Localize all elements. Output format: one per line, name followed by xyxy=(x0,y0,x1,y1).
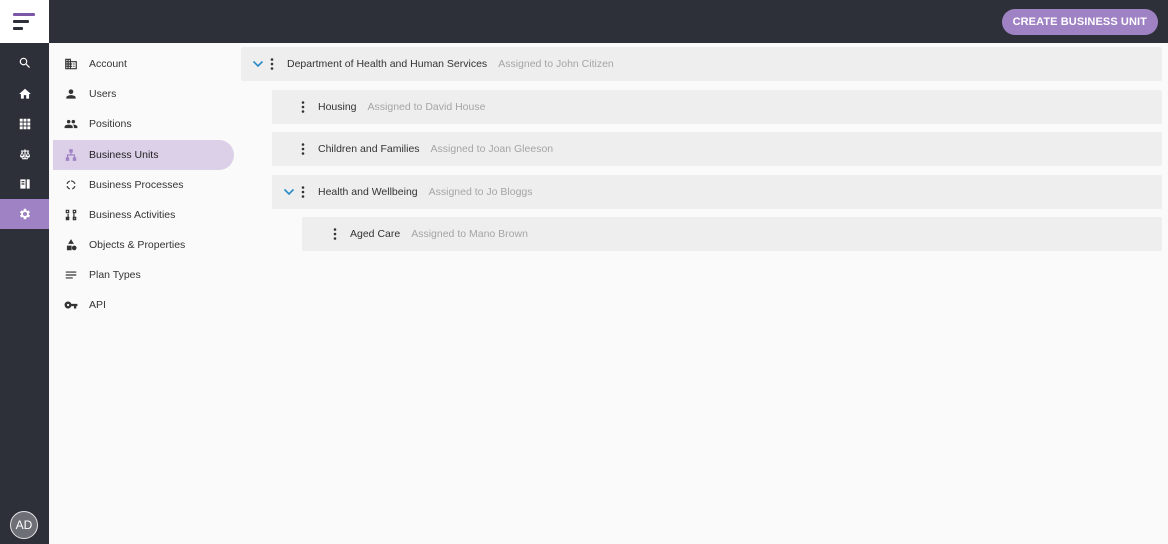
icon-rail: AD xyxy=(0,43,49,544)
book-icon xyxy=(19,179,30,189)
more-vert-icon[interactable] xyxy=(298,185,308,199)
nav-item-users[interactable]: Users xyxy=(53,79,234,109)
key-icon xyxy=(64,301,78,309)
gear-icon xyxy=(19,208,30,220)
rail-search[interactable] xyxy=(0,48,49,78)
lines-icon xyxy=(65,271,77,279)
nav-item-objects-properties[interactable]: Objects & Properties xyxy=(53,230,234,260)
nav-item-label: Objects & Properties xyxy=(89,239,186,251)
unit-assignee: Assigned to John Citizen xyxy=(498,58,614,70)
cycle-icon xyxy=(66,180,76,190)
rail-book[interactable] xyxy=(0,169,49,199)
hierarchy-icon xyxy=(65,149,77,161)
nav-item-business-units[interactable]: Business Units xyxy=(53,140,234,170)
chevron-down-icon[interactable] xyxy=(282,185,296,199)
search-icon xyxy=(19,57,30,68)
building-icon xyxy=(65,58,77,70)
nav-item-business-processes[interactable]: Business Processes xyxy=(53,170,234,200)
nav-item-label: API xyxy=(89,299,106,311)
user-avatar[interactable]: AD xyxy=(10,511,38,539)
shapes-icon xyxy=(66,239,77,251)
tree-row-housing[interactable]: Housing Assigned to David House xyxy=(272,90,1162,124)
create-business-unit-button[interactable]: CREATE BUSINESS UNIT xyxy=(1001,9,1158,35)
nav-item-label: Account xyxy=(89,58,127,70)
unit-assignee: Assigned to Joan Gleeson xyxy=(430,143,554,155)
unit-name: Department of Health and Human Services xyxy=(287,58,488,70)
nav-item-plan-types[interactable]: Plan Types xyxy=(53,260,234,290)
more-vert-icon[interactable] xyxy=(298,142,308,156)
unit-assignee: Assigned to David House xyxy=(367,101,486,113)
app-logo[interactable] xyxy=(0,0,49,43)
rail-home[interactable] xyxy=(0,79,49,109)
unit-name: Children and Families xyxy=(318,143,420,155)
nav-item-api[interactable]: API xyxy=(53,290,234,320)
rail-scales[interactable] xyxy=(0,139,49,169)
grid-icon xyxy=(19,118,30,130)
flow-icon xyxy=(65,209,77,221)
rail-settings[interactable] xyxy=(0,199,49,229)
tree-row-department[interactable]: Department of Health and Human Services … xyxy=(241,47,1162,81)
tree-row-children-families[interactable]: Children and Families Assigned to Joan G… xyxy=(272,132,1162,166)
tree-row-aged-care[interactable]: Aged Care Assigned to Mano Brown xyxy=(302,217,1162,251)
top-bar: CREATE BUSINESS UNIT xyxy=(0,0,1168,43)
settings-nav: Account Users Positions Business Units B… xyxy=(49,43,241,544)
more-vert-icon[interactable] xyxy=(298,100,308,114)
nav-item-business-activities[interactable]: Business Activities xyxy=(53,200,234,230)
user-icon xyxy=(66,89,76,99)
nav-item-account[interactable]: Account xyxy=(53,49,234,79)
nav-item-label: Users xyxy=(89,88,117,100)
nav-item-label: Business Processes xyxy=(89,179,184,191)
unit-name: Health and Wellbeing xyxy=(318,186,418,198)
people-icon xyxy=(64,119,78,129)
nav-item-positions[interactable]: Positions xyxy=(53,109,234,139)
unit-name: Housing xyxy=(318,101,357,113)
nav-item-label: Business Activities xyxy=(89,209,176,221)
home-icon xyxy=(18,88,31,99)
more-vert-icon[interactable] xyxy=(267,57,277,71)
nav-item-label: Plan Types xyxy=(89,269,141,281)
chevron-down-icon[interactable] xyxy=(251,57,265,71)
unit-name: Aged Care xyxy=(350,228,401,240)
unit-assignee: Assigned to Mano Brown xyxy=(411,228,528,240)
scales-icon xyxy=(19,149,30,160)
tree-row-health-wellbeing[interactable]: Health and Wellbeing Assigned to Jo Blog… xyxy=(272,175,1162,209)
rail-grid[interactable] xyxy=(0,109,49,139)
unit-assignee: Assigned to Jo Bloggs xyxy=(428,186,533,198)
more-vert-icon[interactable] xyxy=(330,227,340,241)
nav-item-label: Positions xyxy=(89,118,132,130)
nav-item-label: Business Units xyxy=(89,149,159,161)
